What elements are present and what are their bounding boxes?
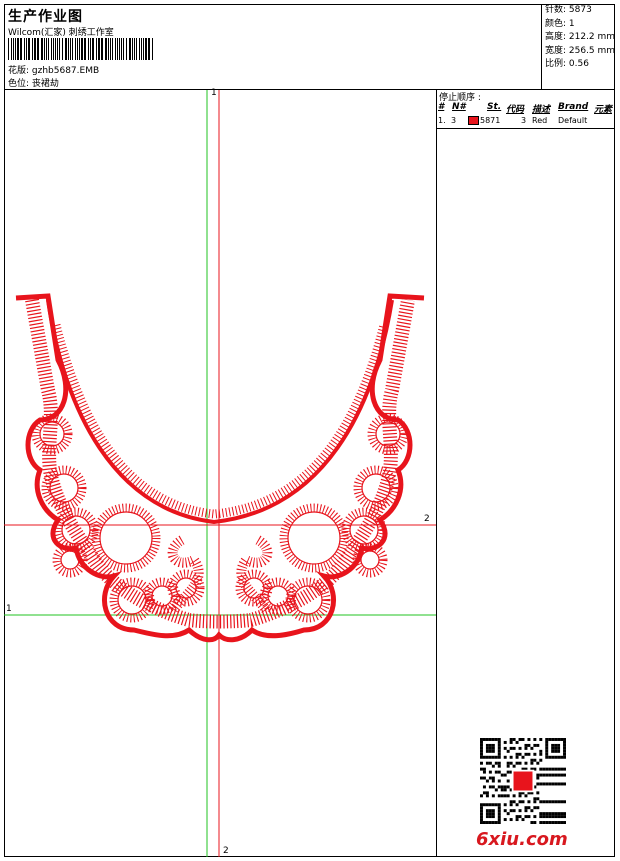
lace-motifs bbox=[31, 413, 409, 623]
stats-box: 针数: 5873 颜色: 1 高度: 212.2 mm 宽度: 256.5 mm… bbox=[541, 4, 616, 89]
row-brand: Default bbox=[558, 116, 588, 125]
collar-outer-edge bbox=[15, 293, 425, 643]
stat-colors: 颜色: 1 bbox=[545, 18, 575, 29]
lace-ring-motif bbox=[279, 503, 349, 573]
thread-color-swatch bbox=[468, 116, 479, 125]
stat-height: 高度: 212.2 mm bbox=[545, 32, 616, 43]
watermark: 6xiu.com bbox=[476, 829, 568, 850]
page-title: 生产作业图 bbox=[8, 9, 83, 25]
design-file-label: 花版: gzhb5687.EMB bbox=[8, 66, 100, 76]
lace-ring-inner bbox=[360, 550, 380, 570]
row-description: Red bbox=[532, 116, 548, 125]
col-index: # bbox=[438, 102, 445, 112]
company-name: Wilcom(汇家) 刺绣工作室 bbox=[8, 28, 114, 38]
stop-sequence-row: 1. 3 5871 3 Red Default bbox=[437, 116, 615, 128]
qr-code bbox=[480, 738, 566, 824]
lace-ring-inner bbox=[61, 515, 91, 545]
stat-scale: 比例: 0.56 bbox=[545, 59, 589, 70]
stop-sequence-header: # N# St. 代码 描述 Brand 元素 bbox=[437, 102, 615, 116]
row-stitches: 5871 bbox=[480, 116, 501, 125]
lace-ring-inner bbox=[60, 550, 80, 570]
row-code: 3 bbox=[521, 116, 527, 125]
lace-ring-inner bbox=[99, 511, 153, 565]
barcode bbox=[8, 38, 153, 60]
panel-separator bbox=[437, 128, 615, 129]
design-canvas: 1 2 1 2 bbox=[4, 88, 436, 857]
guide-label-left: 1 bbox=[6, 604, 12, 614]
lace-collar-design bbox=[15, 293, 425, 643]
stat-width: 宽度: 256.5 mm bbox=[545, 45, 616, 56]
lace-ring-motif bbox=[91, 503, 161, 573]
col-brand: Brand bbox=[558, 102, 589, 112]
row-needle: 3 bbox=[451, 116, 457, 125]
colorway-label: 色位: 丧裙劫 bbox=[8, 79, 59, 89]
col-needle: N# bbox=[452, 102, 466, 112]
embroidery-preview bbox=[4, 90, 436, 857]
stat-stitches: 针数: 5873 bbox=[545, 5, 592, 15]
lace-ring-motif bbox=[353, 465, 399, 511]
col-code: 代码 bbox=[506, 105, 525, 115]
col-element: 元素 bbox=[594, 105, 613, 115]
lace-ring-inner bbox=[49, 473, 79, 503]
guide-label-bottom: 2 bbox=[223, 846, 229, 856]
guide-label-right: 2 bbox=[424, 514, 430, 524]
header: 生产作业图 Wilcom(汇家) 刺绣工作室 花版: gzhb5687.EMB … bbox=[4, 4, 615, 90]
col-description: 描述 bbox=[532, 105, 551, 115]
collar-neckline bbox=[46, 299, 394, 525]
guide-label-top: 1 bbox=[211, 88, 217, 98]
lace-ring-inner bbox=[151, 585, 173, 607]
row-index: 1. bbox=[438, 116, 446, 125]
collar-neckline-hatch bbox=[51, 323, 389, 519]
collar-satin-band bbox=[25, 298, 415, 629]
lace-ring-inner bbox=[287, 511, 341, 565]
col-stitches: St. bbox=[487, 102, 502, 112]
